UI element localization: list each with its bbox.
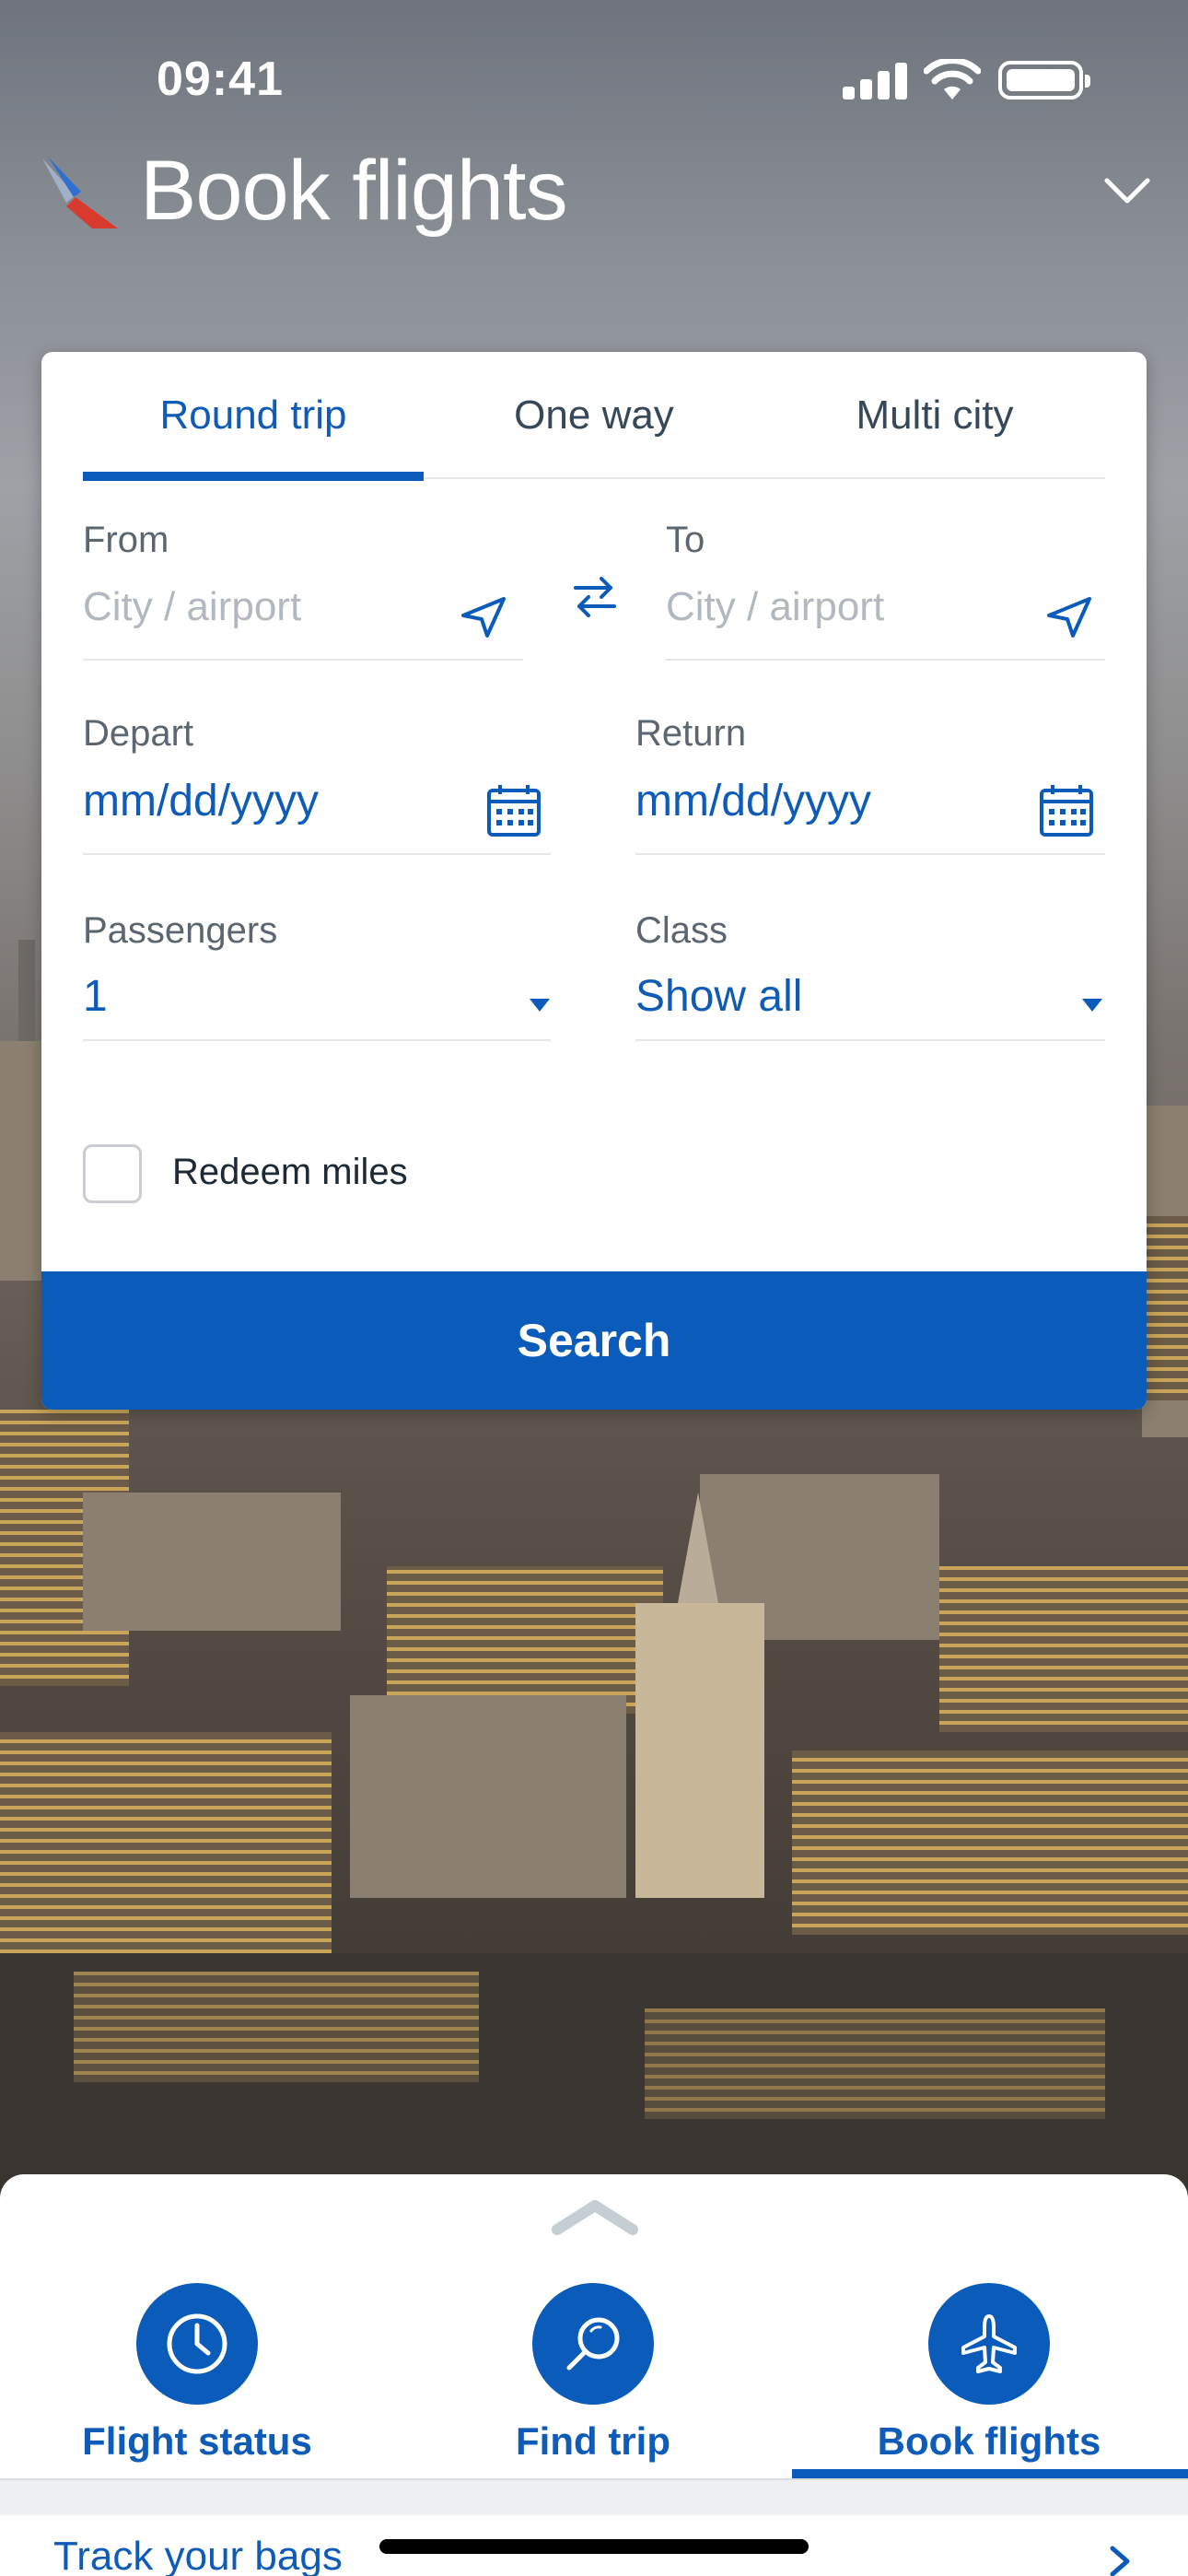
clock-icon [136,2283,258,2405]
chevron-right-icon [1110,2546,1130,2576]
status-bar: 09:41 [0,0,1188,157]
booking-form-card: Round trip One way Multi city From City … [41,352,1147,1410]
chevron-down-icon[interactable] [1101,171,1153,208]
calendar-icon[interactable] [1038,781,1095,838]
cellular-signal-icon [843,61,907,100]
depart-label: Depart [83,713,194,754]
magnifier-icon [532,2283,654,2405]
search-button[interactable]: Search [41,1271,1147,1410]
track-your-bags-label: Track your bags [53,2534,343,2576]
sheet-handle-icon[interactable] [550,2195,640,2239]
trip-type-tabs: Round trip One way Multi city [83,352,1105,481]
location-arrow-icon[interactable] [458,593,509,639]
page-title: Book flights [140,144,568,238]
home-indicator[interactable] [379,2539,809,2554]
flight-status-label: Flight status [82,2419,312,2463]
redeem-miles-label: Redeem miles [172,1152,408,1192]
calendar-icon[interactable] [485,781,542,838]
dropdown-triangle-icon[interactable] [528,997,552,1013]
airline-logo-icon [42,157,118,228]
quick-actions-sheet: Flight status Find trip Book flights Tra… [0,2174,1188,2576]
flight-status-action[interactable]: Flight status [13,2283,381,2495]
swap-arrows-icon[interactable] [570,573,620,621]
to-input[interactable]: City / airport [666,584,884,630]
tab-round-trip[interactable]: Round trip [83,352,424,481]
tab-one-way[interactable]: One way [424,352,764,479]
return-label: Return [635,713,747,754]
battery-icon [998,61,1090,100]
wifi-icon [924,59,981,100]
from-label: From [83,520,169,560]
find-trip-action[interactable]: Find trip [409,2283,777,2495]
active-tab-indicator [792,2469,1188,2478]
book-flights-label: Book flights [877,2419,1101,2463]
tab-multi-city[interactable]: Multi city [764,352,1105,479]
return-date-input[interactable]: mm/dd/yyyy [635,776,871,826]
redeem-miles-checkbox[interactable] [83,1144,142,1203]
dropdown-triangle-icon[interactable] [1080,997,1104,1013]
sheet-divider [0,2478,1188,2515]
passengers-select[interactable]: 1 [83,971,108,1022]
find-trip-label: Find trip [516,2419,670,2463]
location-arrow-icon[interactable] [1043,593,1095,639]
class-select[interactable]: Show all [635,971,802,1022]
class-label: Class [635,910,728,951]
status-time: 09:41 [157,53,284,106]
depart-date-input[interactable]: mm/dd/yyyy [83,776,319,826]
airplane-icon [928,2283,1050,2405]
passengers-label: Passengers [83,910,278,951]
book-flights-action[interactable]: Book flights [805,2283,1173,2495]
from-input[interactable]: City / airport [83,584,301,630]
to-label: To [666,520,705,560]
